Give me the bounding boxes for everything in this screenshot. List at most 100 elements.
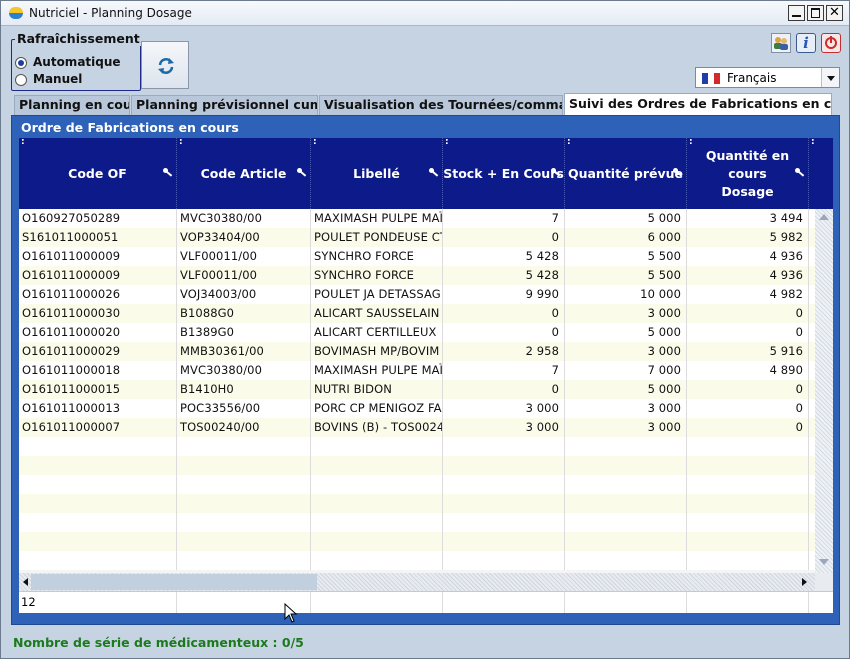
table-cell [19,532,177,551]
column-header-stock[interactable]: : Stock + En Cours [443,138,565,209]
power-icon[interactable] [821,33,841,53]
title-bar[interactable]: Nutriciel - Planning Dosage ✕ [1,1,849,26]
france-flag-icon [702,73,720,84]
pin-icon[interactable] [795,168,804,177]
table-cell: 3 000 [565,342,687,361]
table-cell: 0 [687,323,809,342]
table-cell: O161011000009 [19,247,177,266]
table-cell: O160927050289 [19,209,177,228]
tab-planning-previsionnel[interactable]: Planning prévisionnel cumulé [131,95,318,115]
table-cell: O161011000007 [19,418,177,437]
table-cell: MMB30361/00 [177,342,311,361]
table-cell [443,456,565,475]
table-cell: ALICART SAUSSELAIN [311,304,443,323]
table-row[interactable]: O161011000007 TOS00240/00 BOVINS (B) - TOS… [19,418,815,437]
table-cell: BOVIMASH MP/BOVIM [311,342,443,361]
scroll-right-icon[interactable] [802,578,807,586]
column-header-libelle[interactable]: : Libellé [311,138,443,209]
column-header-quantite-dosage[interactable]: : Quantité en cours Dosage [687,138,809,209]
horizontal-scroll-thumb[interactable] [31,574,317,590]
close-button[interactable]: ✕ [826,5,843,21]
table-cell: VLF00011/00 [177,247,311,266]
table-cell: S161011000051 [19,228,177,247]
table-row[interactable]: O161011000020 B1389G0 ALICART CERTILLEUX 0 5… [19,323,815,342]
table-cell [19,551,177,570]
radio-dot[interactable] [15,74,27,86]
tab-planning-en-cours[interactable]: Planning en cours [14,95,130,115]
vertical-scrollbar[interactable] [815,209,833,573]
horizontal-scrollbar[interactable] [19,573,815,591]
radio-dot-selected[interactable] [15,57,27,69]
table-cell [19,475,177,494]
table-cell [19,494,177,513]
table-cell: 3 000 [565,304,687,323]
table-cell: 5 000 [565,209,687,228]
language-selected-value: Français [727,71,777,85]
radio-automatique[interactable]: Automatique [15,54,135,70]
table-cell: 3 000 [443,418,565,437]
scroll-up-icon[interactable] [819,214,829,220]
table-cell: 7 [443,209,565,228]
table-cell [311,437,443,456]
table-cell [687,532,809,551]
table-row[interactable]: O161011000026 VOJ34003/00 POULET JA DETASS… [19,285,815,304]
tab-suivi-ordres[interactable]: Suivi des Ordres de Fabrications en cour… [564,93,832,116]
table-cell: 5 500 [565,247,687,266]
users-icon[interactable] [771,33,791,53]
tab-bar: Planning en cours Planning prévisionnel … [11,93,841,116]
table-cell [565,475,687,494]
table-cell [19,513,177,532]
column-header-quantite-prevue[interactable]: : Quantité prévue [565,138,687,209]
column-header-overflow[interactable]: : [809,138,833,209]
close-icon: ✕ [829,5,840,20]
radio-manuel-label: Manuel [33,72,83,86]
table-row[interactable]: O161011000029 MMB30361/00 BOVIMASH MP/BOVI… [19,342,815,361]
table-cell [687,437,809,456]
table-row[interactable]: O161011000030 B1088G0 ALICART SAUSSELAIN 0 3… [19,304,815,323]
scroll-down-icon[interactable] [819,559,829,565]
radio-automatique-label: Automatique [33,55,121,69]
refresh-button[interactable] [141,41,189,89]
table-cell [311,494,443,513]
minimize-button[interactable] [788,5,805,21]
tab-visualisation-tournees[interactable]: Visualisation des Tournées/commandes [319,95,563,115]
empty-table-row [19,456,815,475]
chevron-down-icon[interactable] [821,68,839,87]
table-cell: 7 [443,361,565,380]
table-row[interactable]: O161011000009 VLF00011/00 SYNCHRO FORCE 5 4… [19,266,815,285]
radio-manuel[interactable]: Manuel [15,71,135,87]
pin-icon[interactable] [429,168,438,177]
table-cell: 7 000 [565,361,687,380]
maximize-button[interactable] [807,5,824,21]
table-row[interactable]: O161011000018 MVC30380/00 MAXIMASH PULPE M… [19,361,815,380]
table-cell [565,437,687,456]
table-cell [443,494,565,513]
pin-icon[interactable] [551,168,560,177]
mouse-cursor-icon [284,603,298,623]
column-header-code-article[interactable]: : Code Article [177,138,311,209]
table-cell [177,456,311,475]
refresh-group-label: Rafraîchissement [15,31,142,46]
pin-icon[interactable] [297,168,306,177]
language-select[interactable]: Français [695,67,840,88]
table-cell: SYNCHRO FORCE [311,266,443,285]
table-cell: 3 000 [565,399,687,418]
table-cell: MVC30380/00 [177,361,311,380]
table-row[interactable]: O161011000015 B1410H0 NUTRI BIDON 0 5 000 0 [19,380,815,399]
table-cell: O161011000009 [19,266,177,285]
table-cell [177,551,311,570]
table-cell: O161011000013 [19,399,177,418]
pin-icon[interactable] [163,168,172,177]
column-header-code-of[interactable]: : Code OF [19,138,177,209]
pin-icon[interactable] [673,168,682,177]
info-icon[interactable]: i [796,33,816,53]
table-row[interactable]: O160927050289 MVC30380/00 MAXIMASH PULPE M… [19,209,815,228]
scroll-left-icon[interactable] [23,578,28,586]
table-cell [311,551,443,570]
window-title: Nutriciel - Planning Dosage [29,6,192,20]
empty-table-row [19,532,815,551]
table-row[interactable]: S161011000051 VOP33404/00 POULET PONDEUSE … [19,228,815,247]
table-row[interactable]: O161011000013 POC33556/00 PORC CP MENIGOZ … [19,399,815,418]
table-row[interactable]: O161011000009 VLF00011/00 SYNCHRO FORCE 5 4… [19,247,815,266]
table-cell: VOP33404/00 [177,228,311,247]
